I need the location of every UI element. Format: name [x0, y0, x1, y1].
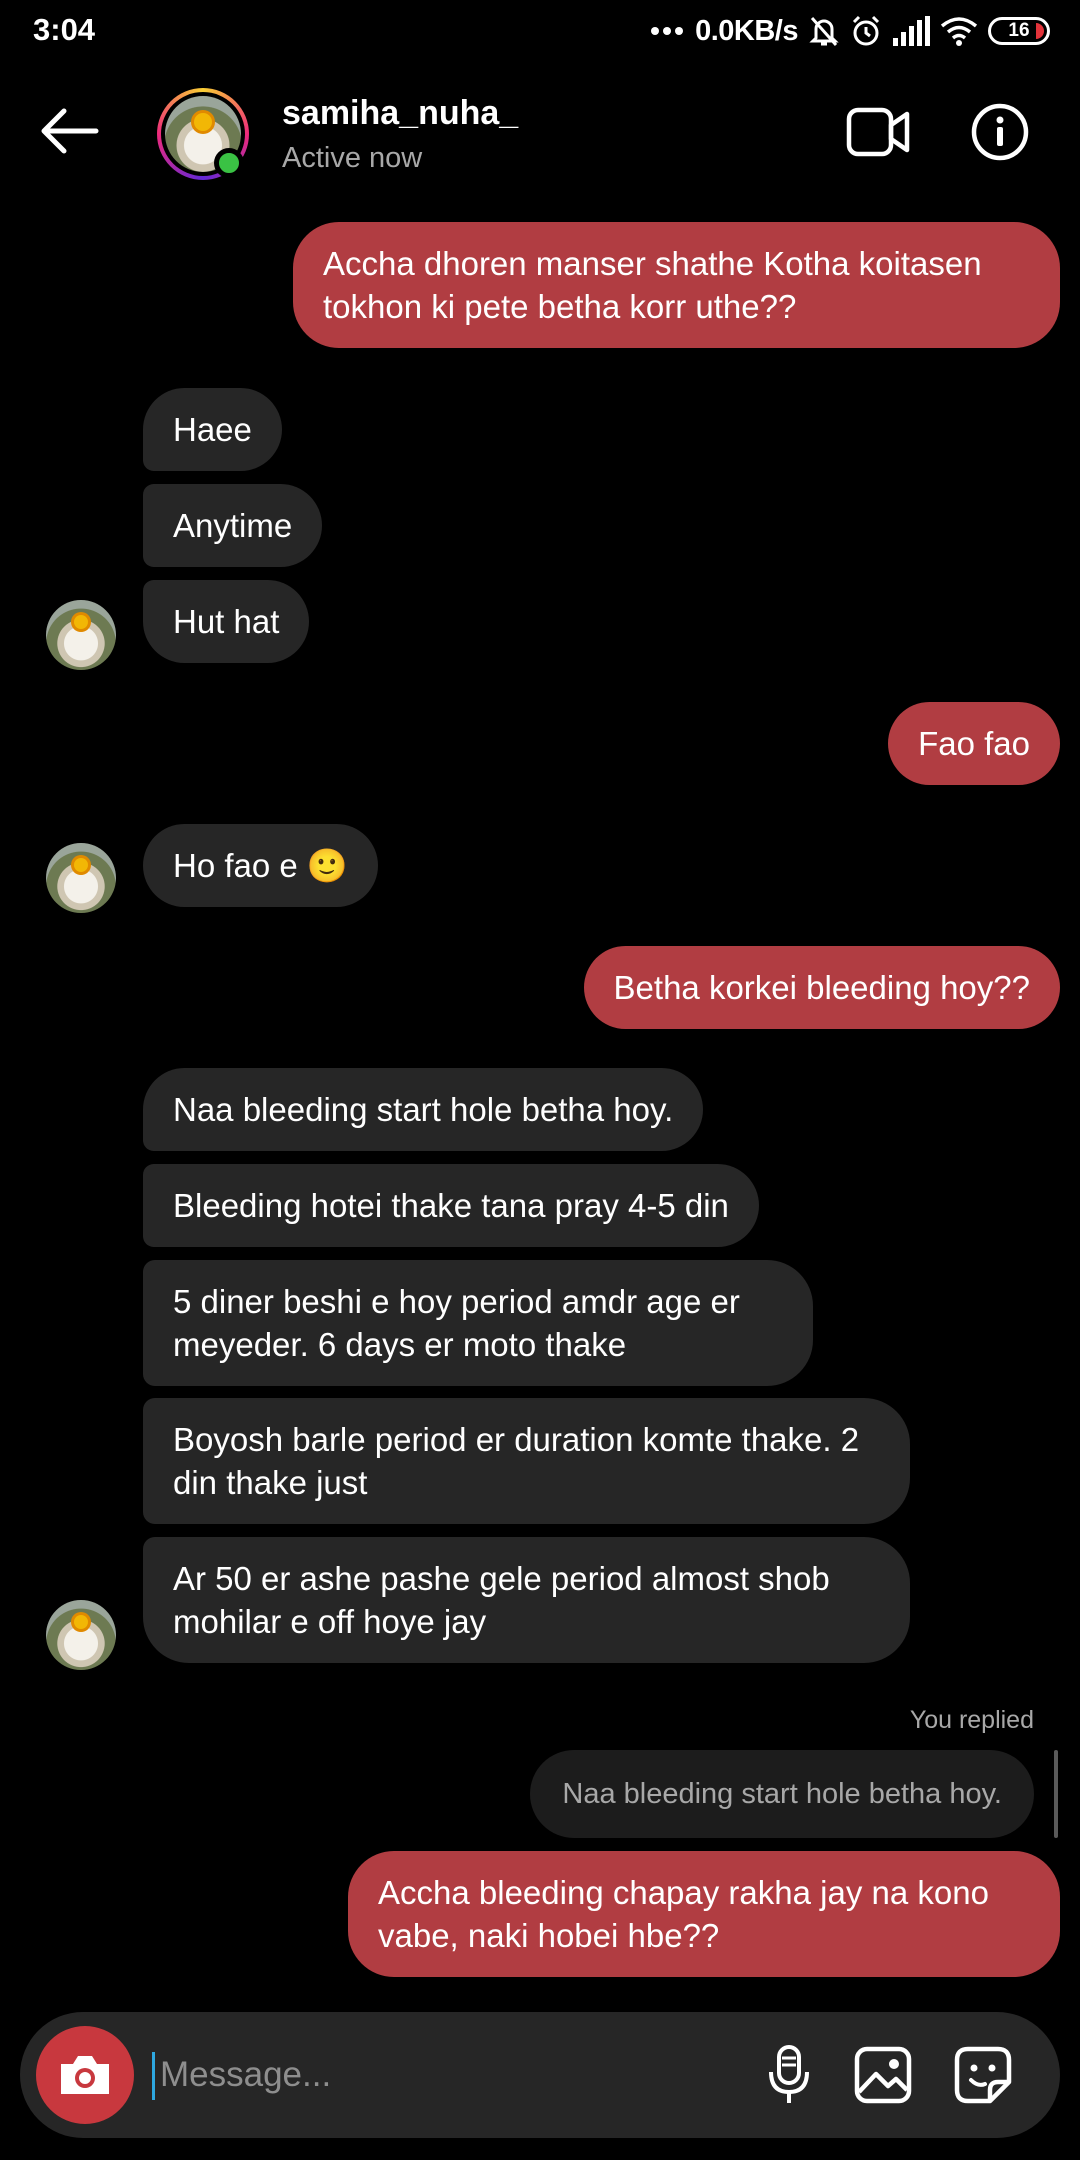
- voice-message-button[interactable]: [756, 2042, 822, 2108]
- alarm-icon: [850, 14, 882, 48]
- back-arrow-icon: [41, 108, 99, 154]
- incoming-message[interactable]: Ar 50 er ashe pashe gele period almost s…: [143, 1537, 910, 1663]
- incoming-message[interactable]: 5 diner beshi e hoy period amdr age er m…: [143, 1260, 813, 1386]
- sticker-button[interactable]: [950, 2042, 1016, 2108]
- camera-button[interactable]: [36, 2026, 134, 2124]
- status-icons: 0.0KB/s 16: [651, 12, 1050, 50]
- status-bar: 3:04 0.0KB/s 16: [0, 0, 1080, 62]
- outgoing-message[interactable]: Accha bleeding chapay rakha jay na kono …: [348, 1851, 1060, 1977]
- signal-icon: [892, 16, 930, 46]
- incoming-message[interactable]: Boyosh barle period er duration komte th…: [143, 1398, 910, 1524]
- online-indicator: [214, 148, 244, 178]
- reply-indicator-bar: [1054, 1750, 1058, 1838]
- sticker-icon: [954, 2046, 1012, 2104]
- gallery-icon: [854, 2046, 912, 2104]
- message-input[interactable]: [156, 2045, 604, 2105]
- chat-header: samiha_nuha_ Active now: [0, 62, 1080, 212]
- incoming-message[interactable]: Hut hat: [143, 580, 310, 663]
- incoming-message[interactable]: Ho fao e 🙂: [143, 824, 379, 907]
- you-replied-label: You replied: [909, 1706, 1034, 1734]
- incoming-message[interactable]: Naa bleeding start hole betha hoy.: [143, 1068, 704, 1151]
- back-button[interactable]: [36, 106, 106, 156]
- message-composer: [20, 2012, 1060, 2138]
- incoming-message[interactable]: Bleeding hotei thake tana pray 4-5 din: [143, 1164, 759, 1247]
- dm-screen: 3:04 0.0KB/s 16 samiha_nuha_ Active now …: [0, 0, 1080, 2160]
- sender-avatar[interactable]: [46, 1600, 116, 1670]
- contact-name[interactable]: samiha_nuha_: [282, 94, 518, 133]
- camera-icon: [61, 2056, 109, 2094]
- microphone-icon: [769, 2045, 809, 2103]
- text-cursor: [152, 2052, 155, 2100]
- contact-status: Active now: [282, 142, 423, 174]
- incoming-message[interactable]: Anytime: [143, 484, 323, 567]
- battery-level: 16: [1008, 20, 1030, 41]
- gallery-button[interactable]: [850, 2042, 916, 2108]
- wifi-icon: [940, 16, 978, 46]
- incoming-message[interactable]: Haee: [143, 388, 282, 471]
- sender-avatar[interactable]: [46, 843, 116, 913]
- dots-icon: [651, 26, 685, 36]
- info-button[interactable]: [970, 102, 1030, 162]
- info-icon: [971, 103, 1029, 161]
- outgoing-message[interactable]: Fao fao: [888, 702, 1060, 785]
- quoted-message[interactable]: Naa bleeding start hole betha hoy.: [530, 1750, 1034, 1838]
- outgoing-message[interactable]: Accha dhoren manser shathe Kotha koitase…: [293, 222, 1060, 348]
- battery-icon: 16: [988, 17, 1050, 45]
- outgoing-message[interactable]: Betha korkei bleeding hoy??: [583, 946, 1060, 1029]
- mute-bell-icon: [808, 14, 840, 48]
- video-call-icon: [846, 107, 910, 157]
- video-call-button[interactable]: [846, 106, 910, 158]
- net-speed: 0.0KB/s: [695, 14, 798, 47]
- sender-avatar[interactable]: [46, 600, 116, 670]
- status-time: 3:04: [33, 12, 96, 47]
